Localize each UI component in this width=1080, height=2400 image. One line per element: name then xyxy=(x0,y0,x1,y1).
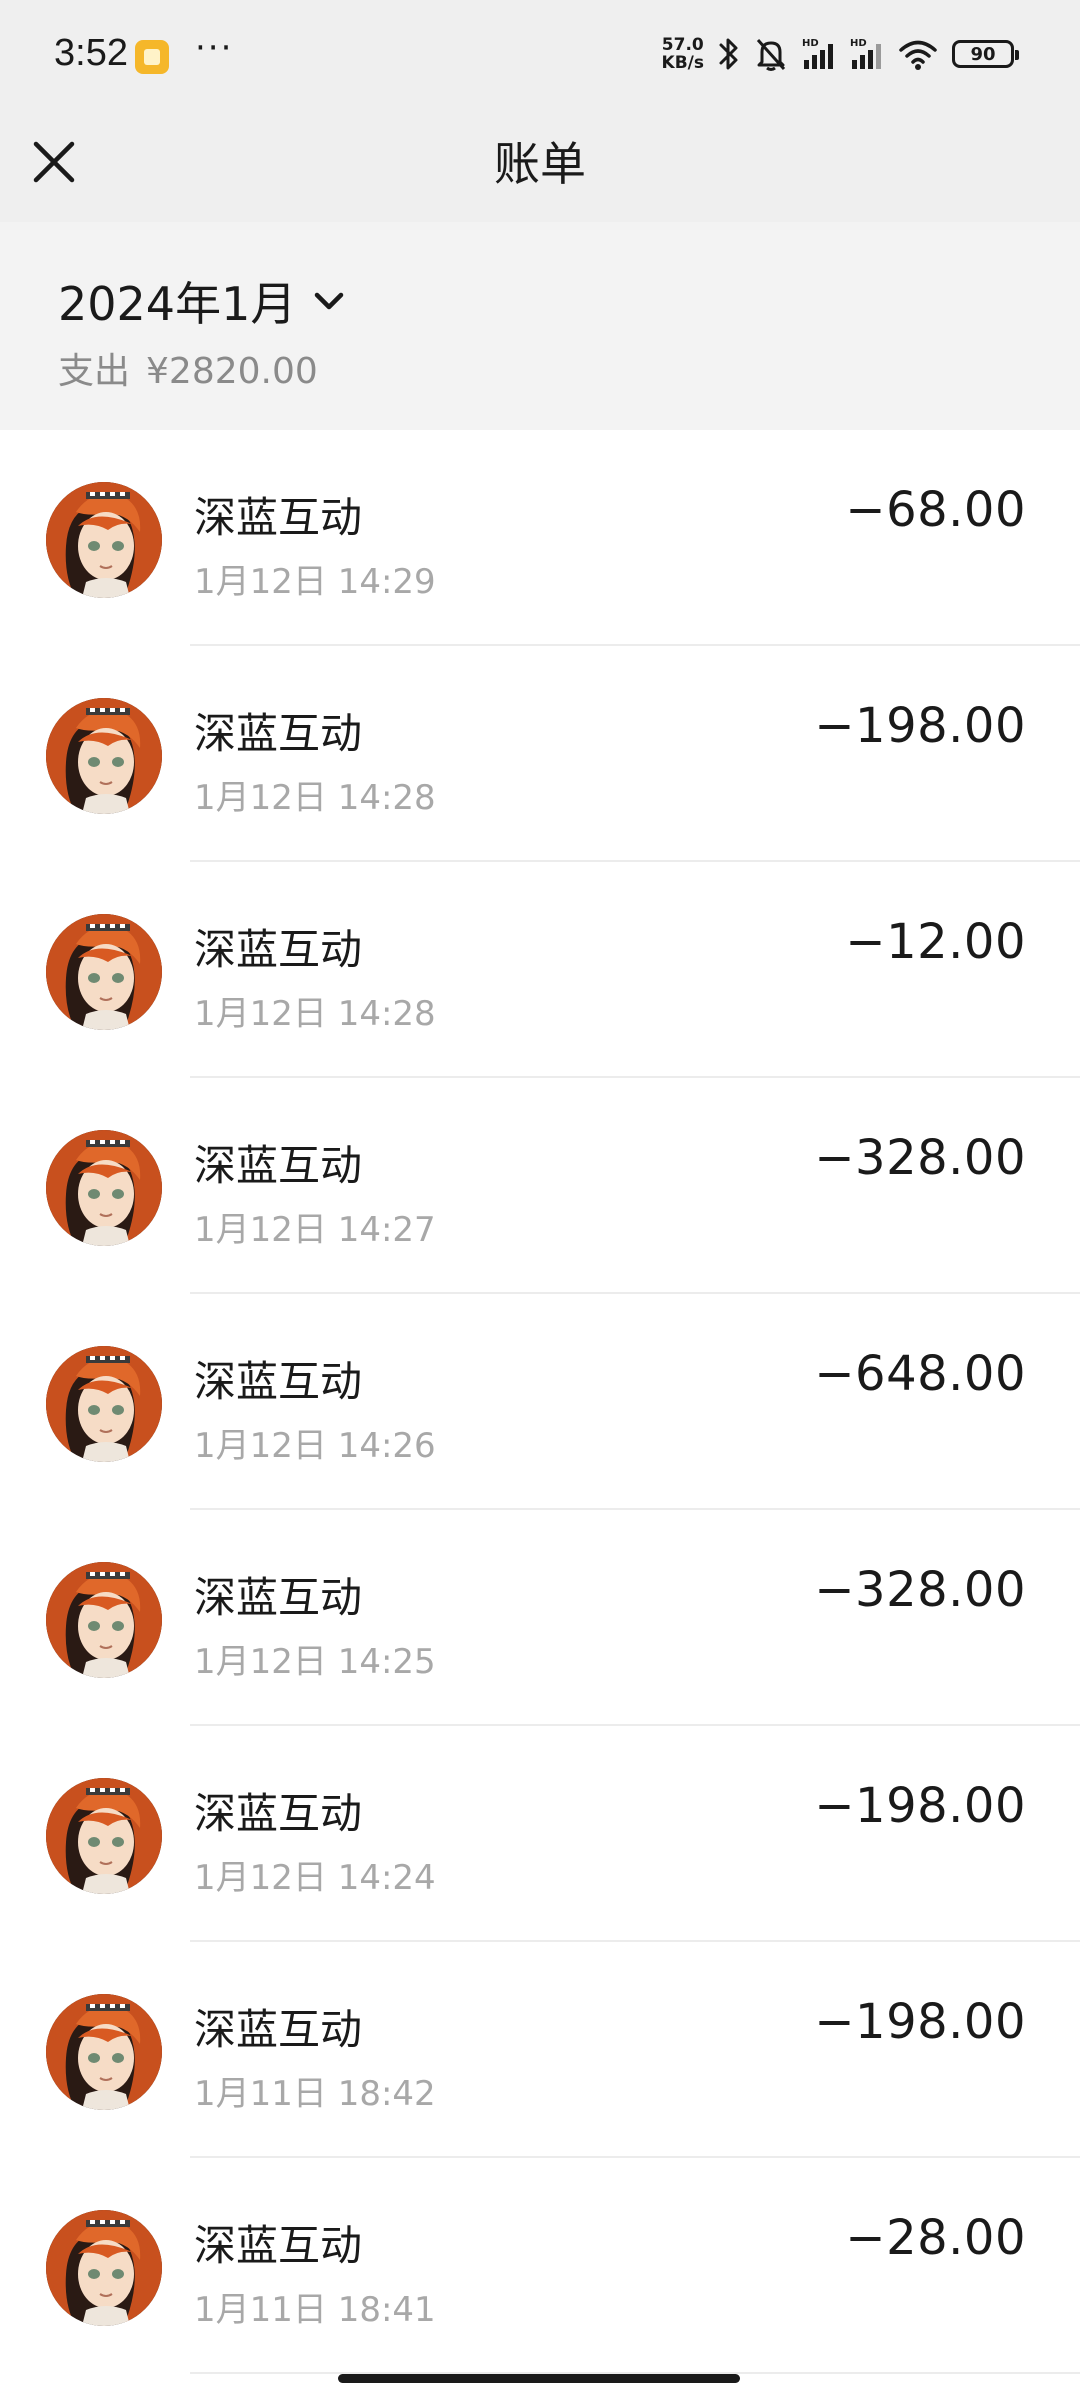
merchant-avatar xyxy=(46,1778,162,1894)
transaction-time: 1月12日 14:25 xyxy=(194,1642,436,1682)
bluetooth-icon xyxy=(719,38,738,70)
top-bar-area: 3:52 ··· 57.0 KB/s HD HD 90 账单 xyxy=(0,0,1080,222)
merchant-avatar xyxy=(46,698,162,814)
transaction-amount: −198.00 xyxy=(814,1778,1026,1834)
merchant-name: 深蓝互动 xyxy=(194,1573,363,1622)
expense-label: 支出 xyxy=(58,351,131,392)
merchant-name: 深蓝互动 xyxy=(194,709,363,758)
battery-indicator: 90 xyxy=(952,40,1019,68)
status-bar: 3:52 ··· 57.0 KB/s HD HD 90 xyxy=(0,0,1080,110)
transaction-time: 1月12日 14:26 xyxy=(194,1426,436,1466)
transaction-row[interactable]: 深蓝互动 1月12日 14:26 −648.00 xyxy=(0,1294,1080,1510)
transaction-amount: −198.00 xyxy=(814,1994,1026,2050)
merchant-name: 深蓝互动 xyxy=(194,2005,363,2054)
network-speed-value: 57.0 xyxy=(661,35,704,55)
svg-text:HD: HD xyxy=(802,38,819,49)
month-summary: 2024年1月 支出 ¥2820.00 xyxy=(0,222,1080,430)
transaction-time: 1月11日 18:41 xyxy=(194,2290,436,2330)
merchant-name: 深蓝互动 xyxy=(194,925,363,974)
merchant-name: 深蓝互动 xyxy=(194,493,363,542)
transaction-time: 1月12日 14:29 xyxy=(194,562,436,602)
transaction-time: 1月12日 14:28 xyxy=(194,778,436,818)
merchant-name: 深蓝互动 xyxy=(194,1141,363,1190)
month-label: 2024年1月 xyxy=(58,277,297,331)
home-indicator[interactable] xyxy=(338,2374,740,2383)
transaction-row[interactable]: 深蓝互动 1月12日 14:28 −198.00 xyxy=(0,646,1080,862)
network-speed: 57.0 KB/s xyxy=(662,36,704,72)
status-more-icon: ··· xyxy=(195,28,234,68)
merchant-avatar xyxy=(46,1562,162,1678)
chevron-down-icon xyxy=(315,292,344,310)
svg-text:HD: HD xyxy=(850,38,867,49)
merchant-avatar xyxy=(46,2210,162,2326)
merchant-avatar xyxy=(46,482,162,598)
transaction-time: 1月12日 14:27 xyxy=(194,1210,436,1250)
transaction-row[interactable]: 深蓝互动 1月12日 14:27 −328.00 xyxy=(0,1078,1080,1294)
transaction-amount: −328.00 xyxy=(814,1562,1026,1618)
mute-bell-icon xyxy=(756,38,786,71)
transaction-amount: −198.00 xyxy=(814,698,1026,754)
merchant-avatar xyxy=(46,914,162,1030)
merchant-avatar xyxy=(46,1994,162,2110)
status-indicators: 57.0 KB/s HD HD 90 xyxy=(662,28,1019,80)
wifi-icon xyxy=(899,40,937,70)
network-speed-unit: KB/s xyxy=(661,53,704,73)
merchant-name: 深蓝互动 xyxy=(194,1789,363,1838)
transaction-row[interactable]: 深蓝互动 1月12日 14:24 −198.00 xyxy=(0,1726,1080,1942)
transaction-row[interactable]: 深蓝互动 1月11日 18:42 −198.00 xyxy=(0,1942,1080,2158)
transaction-row[interactable]: 深蓝互动 1月11日 18:41 −28.00 xyxy=(0,2158,1080,2374)
merchant-avatar xyxy=(46,1130,162,1246)
merchant-name: 深蓝互动 xyxy=(194,1357,363,1406)
transaction-amount: −68.00 xyxy=(845,482,1026,538)
month-selector[interactable]: 2024年1月 xyxy=(58,268,344,334)
cell-signal-1-icon: HD xyxy=(802,38,833,69)
transaction-time: 1月12日 14:28 xyxy=(194,994,436,1034)
transaction-row[interactable]: 深蓝互动 1月12日 14:25 −328.00 xyxy=(0,1510,1080,1726)
status-time: 3:52 xyxy=(54,32,128,74)
transaction-amount: −328.00 xyxy=(814,1130,1026,1186)
transaction-time: 1月12日 14:24 xyxy=(194,1858,436,1898)
notification-app-icon xyxy=(135,40,169,74)
expense-summary: 支出 ¥2820.00 xyxy=(58,342,318,394)
transaction-row[interactable]: 深蓝互动 1月12日 14:29 −68.00 xyxy=(0,430,1080,646)
cell-signal-2-icon: HD xyxy=(850,38,881,69)
transaction-amount: −648.00 xyxy=(814,1346,1026,1402)
page-title: 账单 xyxy=(494,137,586,191)
merchant-name: 深蓝互动 xyxy=(194,2221,363,2270)
transaction-list: 深蓝互动 1月12日 14:29 −68.00 深蓝互动 1月12日 14:28… xyxy=(0,430,1080,2374)
transaction-time: 1月11日 18:42 xyxy=(194,2074,436,2114)
transaction-amount: −12.00 xyxy=(845,914,1026,970)
title-bar: 账单 xyxy=(0,110,1080,222)
transaction-row[interactable]: 深蓝互动 1月12日 14:28 −12.00 xyxy=(0,862,1080,1078)
transaction-amount: −28.00 xyxy=(845,2210,1026,2266)
expense-value: ¥2820.00 xyxy=(146,351,318,392)
battery-level: 90 xyxy=(970,43,996,65)
merchant-avatar xyxy=(46,1346,162,1462)
